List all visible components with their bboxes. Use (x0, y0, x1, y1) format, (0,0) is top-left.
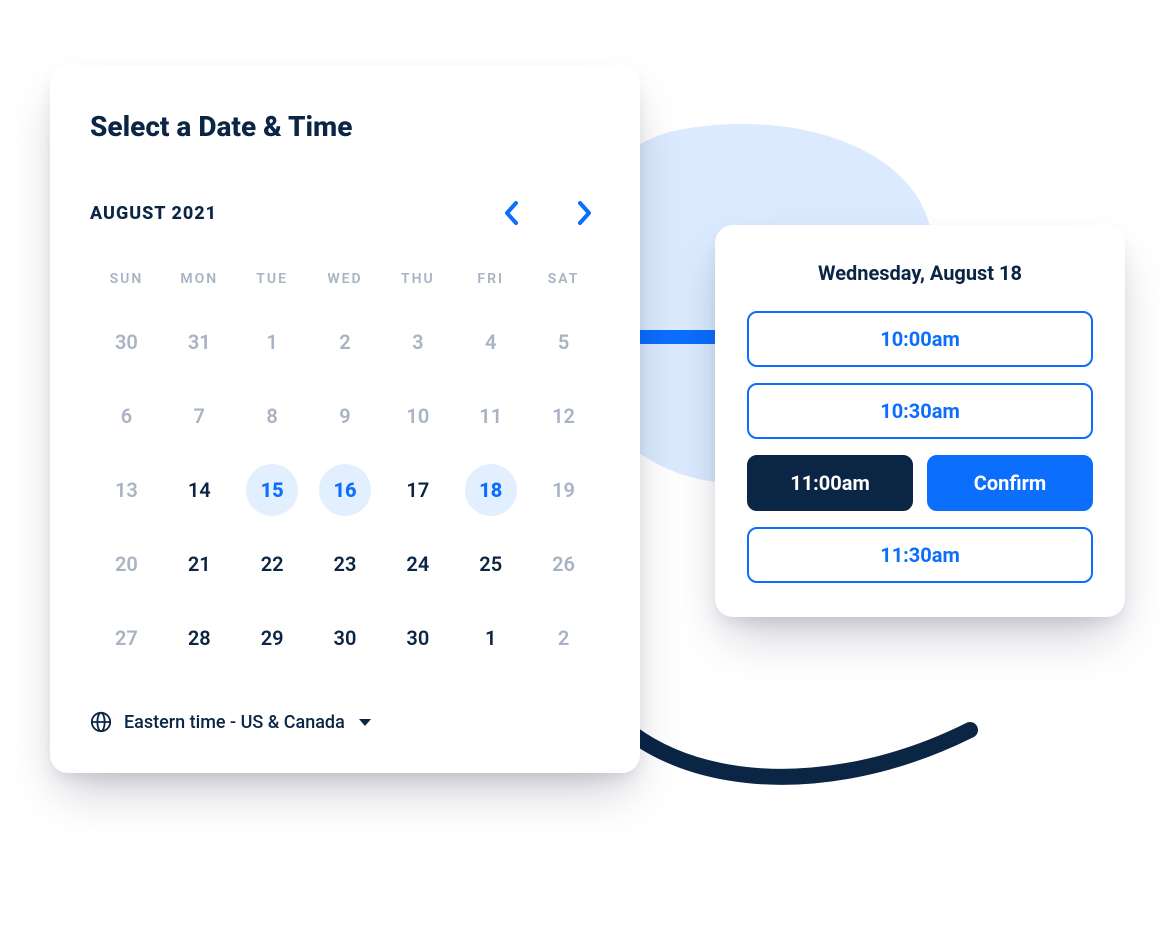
time-slot-list: 10:00am 10:30am 11:00amConfirm 11:30am (747, 311, 1093, 583)
calendar-day: 30 (90, 305, 163, 379)
calendar-grid: 3031123456789101112131415161718192021222… (90, 305, 600, 675)
calendar-day: 13 (90, 453, 163, 527)
dow-label: THU (381, 261, 454, 297)
calendar-card: Select a Date & Time AUGUST 2021 SUN MON… (50, 65, 640, 773)
calendar-day: 3 (381, 305, 454, 379)
calendar-day[interactable]: 17 (381, 453, 454, 527)
calendar-day: 4 (454, 305, 527, 379)
confirm-button[interactable]: Confirm (927, 455, 1093, 511)
time-slot[interactable]: 10:30am (747, 383, 1093, 439)
calendar-day: 6 (90, 379, 163, 453)
calendar-day[interactable]: 24 (381, 527, 454, 601)
calendar-day: 20 (90, 527, 163, 601)
calendar-day[interactable]: 21 (163, 527, 236, 601)
time-slot[interactable]: 10:00am (747, 311, 1093, 367)
calendar-day: 19 (527, 453, 600, 527)
globe-icon (90, 711, 112, 733)
calendar-day[interactable]: 29 (236, 601, 309, 675)
timezone-label: Eastern time - US & Canada (124, 712, 345, 733)
dow-label: WED (309, 261, 382, 297)
calendar-day: 11 (454, 379, 527, 453)
calendar-day: 27 (90, 601, 163, 675)
calendar-day: 31 (163, 305, 236, 379)
calendar-day: 2 (527, 601, 600, 675)
calendar-day: 2 (309, 305, 382, 379)
chevron-left-icon (502, 199, 522, 227)
chevron-down-icon (359, 719, 371, 726)
calendar-day[interactable]: 1 (454, 601, 527, 675)
calendar-day: 8 (236, 379, 309, 453)
dow-label: SUN (90, 261, 163, 297)
day-of-week-header: SUN MON TUE WED THU FRI SAT (90, 261, 600, 297)
calendar-day: 1 (236, 305, 309, 379)
calendar-day[interactable]: 28 (163, 601, 236, 675)
timezone-selector[interactable]: Eastern time - US & Canada (90, 711, 600, 733)
calendar-day[interactable]: 25 (454, 527, 527, 601)
calendar-day: 9 (309, 379, 382, 453)
page-title: Select a Date & Time (90, 110, 600, 143)
calendar-day: 12 (527, 379, 600, 453)
calendar-day[interactable]: 23 (309, 527, 382, 601)
calendar-day[interactable]: 14 (163, 453, 236, 527)
prev-month-button[interactable] (496, 193, 528, 233)
selected-date-label: Wednesday, August 18 (747, 261, 1093, 285)
dow-label: MON (163, 261, 236, 297)
dow-label: TUE (236, 261, 309, 297)
dow-label: FRI (454, 261, 527, 297)
calendar-day[interactable]: 18 (454, 453, 527, 527)
calendar-day[interactable]: 15 (236, 453, 309, 527)
calendar-day: 26 (527, 527, 600, 601)
time-slot[interactable]: 11:30am (747, 527, 1093, 583)
time-slot-selected[interactable]: 11:00am (747, 455, 913, 511)
calendar-day[interactable]: 22 (236, 527, 309, 601)
month-label: AUGUST 2021 (90, 203, 217, 224)
chevron-right-icon (574, 199, 594, 227)
time-slot-card: Wednesday, August 18 10:00am 10:30am 11:00… (715, 225, 1125, 617)
next-month-button[interactable] (568, 193, 600, 233)
calendar-day: 7 (163, 379, 236, 453)
calendar-day: 5 (527, 305, 600, 379)
dow-label: SAT (527, 261, 600, 297)
calendar-day: 10 (381, 379, 454, 453)
calendar-day[interactable]: 30 (309, 601, 382, 675)
calendar-day[interactable]: 16 (309, 453, 382, 527)
calendar-day[interactable]: 30 (381, 601, 454, 675)
